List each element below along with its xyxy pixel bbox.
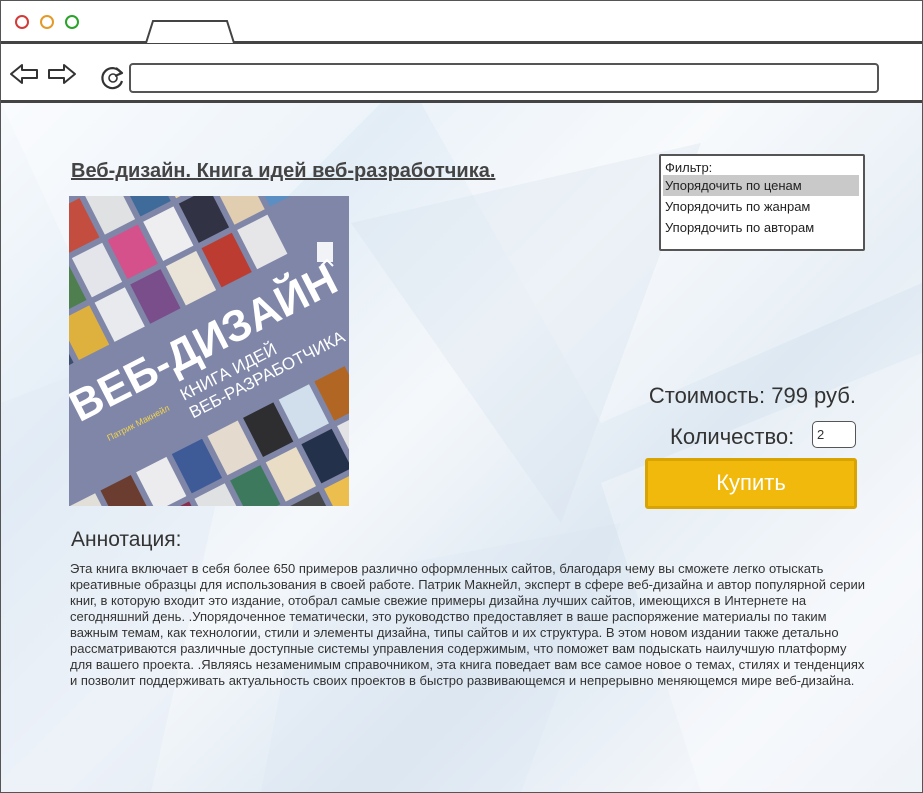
page-content: Веб-дизайн. Книга идей веб-разработчика. [1, 103, 922, 792]
minimize-window-button[interactable] [40, 15, 54, 29]
product-title[interactable]: Веб-дизайн. Книга идей веб-разработчика. [71, 160, 495, 183]
filter-option-genre[interactable]: Упорядочить по жанрам [663, 196, 859, 217]
annotation-text: Эта книга включает в себя более 650 прим… [70, 561, 866, 688]
buy-button[interactable]: Купить [645, 458, 857, 509]
annotation-heading: Аннотация: [71, 528, 182, 551]
filter-label: Фильтр: [665, 160, 713, 175]
browser-tab[interactable] [145, 19, 235, 43]
browser-window: Веб-дизайн. Книга идей веб-разработчика. [0, 0, 923, 793]
book-cover-image: ВЕБ-ДИЗАЙН КНИГА ИДЕЙ ВЕБ-РАЗРАБОТЧИКА П… [69, 196, 349, 506]
reload-icon[interactable] [99, 64, 127, 92]
price-text: Стоимость: 799 руб. [648, 383, 856, 408]
quantity-label: Количество: [670, 424, 795, 449]
filter-listbox[interactable]: Фильтр: Упорядочить по ценам Упорядочить… [659, 154, 865, 251]
quantity-input[interactable] [812, 421, 856, 448]
maximize-window-button[interactable] [65, 15, 79, 29]
back-arrow-icon[interactable] [9, 62, 39, 86]
book-cover-art: ВЕБ-ДИЗАЙН КНИГА ИДЕЙ ВЕБ-РАЗРАБОТЧИКА П… [69, 196, 349, 506]
address-bar[interactable] [129, 63, 879, 93]
filter-option-price[interactable]: Упорядочить по ценам [663, 175, 859, 196]
navigation-bar [1, 44, 922, 103]
close-window-button[interactable] [15, 15, 29, 29]
filter-option-author[interactable]: Упорядочить по авторам [663, 217, 859, 238]
forward-arrow-icon[interactable] [47, 62, 77, 86]
title-bar [1, 1, 922, 44]
